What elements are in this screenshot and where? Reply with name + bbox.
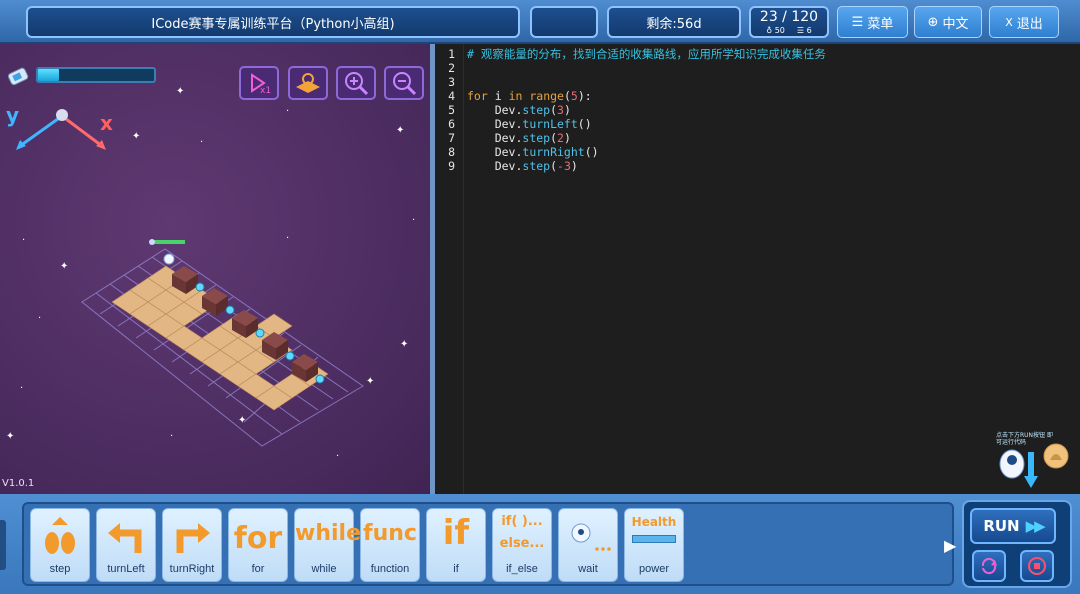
command-block-wait[interactable]: wait — [558, 508, 618, 582]
run-button-label: RUN — [983, 517, 1020, 535]
level-indicator: 23 / 120 ♁ 50 ☰ 6 — [749, 6, 829, 38]
command-block-function[interactable]: func function — [360, 508, 420, 582]
zoom-out-button[interactable] — [384, 66, 424, 100]
line-number: 7 — [448, 131, 455, 145]
exit-button[interactable]: X 退出 — [989, 6, 1059, 38]
command-block-turnright[interactable]: turnRight — [162, 508, 222, 582]
command-block-for[interactable]: for for — [228, 508, 288, 582]
command-block-label: step — [49, 563, 71, 575]
zoom-in-button[interactable] — [336, 66, 376, 100]
command-block-turnleft[interactable]: turnLeft — [96, 508, 156, 582]
for-glyph: for — [233, 521, 283, 556]
command-block-label: if_else — [506, 563, 538, 575]
health-glyph-text: Health — [631, 515, 677, 529]
command-block-label: if — [453, 563, 459, 575]
line-number: 4 — [448, 89, 455, 103]
if-glyph: if — [442, 513, 470, 553]
line-code[interactable]: Dev.turnLeft() — [467, 117, 592, 131]
axis-indicator: y x — [6, 103, 113, 150]
if-else-glyph: if( )... else... — [499, 514, 545, 551]
line-number: 3 — [448, 75, 455, 89]
energy-bar — [36, 67, 156, 83]
speed-x1-icon: x1 — [251, 73, 271, 95]
editor-gutter-guide — [463, 44, 464, 494]
close-icon: X — [1005, 15, 1013, 29]
map-view-button[interactable] — [288, 66, 328, 100]
command-block-label: turnRight — [169, 563, 215, 575]
line-number: 6 — [448, 117, 455, 131]
game-viewport[interactable]: ✦ ✦ ✦ · · · · ✦ · · ✦ ✦ ✦ · · ✦ · x1 y x… — [0, 44, 430, 494]
version-label: V1.0.1 — [2, 478, 35, 489]
level-stat-a: ♁ 50 — [766, 25, 785, 35]
exit-button-label: 退出 — [1016, 16, 1043, 32]
run-button[interactable]: RUN ▶▶ — [970, 508, 1056, 544]
line-number: 8 — [448, 145, 455, 159]
command-block-power[interactable]: Health power — [624, 508, 684, 582]
globe-icon: ⊕ — [927, 14, 939, 30]
line-code[interactable]: Dev.step(2) — [467, 131, 571, 145]
turn-left-arrow-icon — [97, 515, 155, 561]
fast-forward-icon: ▶▶ — [1025, 517, 1046, 535]
code-editor[interactable]: 1 # 观察能量的分布，找到合适的收集路线，应用所学知识完成收集任务 2 3 4 for … — [435, 44, 1080, 494]
stop-button[interactable] — [1020, 550, 1054, 582]
language-button-label: 中文 — [942, 16, 969, 32]
line-number: 1 — [448, 47, 455, 61]
command-block-step[interactable]: step — [30, 508, 90, 582]
line-code[interactable]: Dev.turnRight() — [467, 145, 599, 159]
command-block-if-else[interactable]: if( )... else... if_else — [492, 508, 552, 582]
blank-status-box — [530, 6, 598, 38]
level-progress: 23 / 120 — [759, 8, 819, 25]
chevron-right-icon[interactable]: ▶ — [944, 536, 956, 555]
collapse-tab[interactable] — [0, 520, 6, 570]
refresh-icon — [981, 557, 997, 575]
map-pin-icon — [296, 73, 320, 93]
line-code[interactable]: for i in range(5): — [467, 89, 592, 103]
line-code[interactable]: Dev.step(-3) — [467, 159, 578, 173]
svg-text:x1: x1 — [260, 86, 271, 95]
command-block-label: power — [639, 563, 669, 575]
remaining-days-text: 剩余:56d — [646, 16, 702, 32]
command-block-label: turnLeft — [107, 563, 145, 575]
platform-title-text: ICode赛事专属训练平台（Python小高组) — [151, 16, 395, 32]
turn-right-arrow-icon — [163, 515, 221, 561]
reset-button[interactable] — [972, 550, 1006, 582]
command-block-label: wait — [578, 563, 598, 575]
line-code[interactable]: Dev.step(3) — [467, 103, 571, 117]
stop-icon — [1028, 557, 1046, 575]
remaining-days: 剩余:56d — [607, 6, 741, 38]
line-number: 2 — [448, 61, 455, 75]
x-axis-label: x — [100, 111, 113, 135]
mascot-robot-icon — [999, 443, 1069, 488]
battery-icon — [7, 67, 29, 86]
health-bar-icon: Health — [625, 515, 683, 543]
function-glyph: func — [363, 521, 417, 546]
robot-character — [149, 239, 185, 265]
line-code[interactable]: # 观察能量的分布，找到合适的收集路线，应用所学知识完成收集任务 — [467, 47, 826, 61]
command-block-label: while — [311, 563, 337, 575]
menu-icon: ☰ — [851, 14, 864, 30]
platform-title: ICode赛事专属训练平台（Python小高组) — [26, 6, 520, 38]
level-stat-b: ☰ 6 — [796, 25, 812, 35]
speed-toggle-button[interactable]: x1 — [239, 66, 279, 100]
menu-button-label: 菜单 — [867, 16, 894, 32]
language-button[interactable]: ⊕ 中文 — [914, 6, 982, 38]
while-glyph: while — [295, 521, 361, 546]
zoom-in-icon — [345, 72, 369, 96]
command-block-while[interactable]: while while — [294, 508, 361, 582]
command-block-if[interactable]: if if — [426, 508, 486, 582]
zoom-out-icon — [393, 72, 417, 96]
command-block-label: for — [251, 563, 265, 575]
line-number: 5 — [448, 103, 455, 117]
y-axis-label: y — [6, 103, 19, 127]
command-block-label: function — [370, 563, 410, 575]
energy-bar-fill — [38, 69, 59, 81]
wait-robot-icon — [559, 515, 617, 561]
menu-button[interactable]: ☰ 菜单 — [837, 6, 908, 38]
step-footprints-icon — [31, 515, 89, 561]
line-number: 9 — [448, 159, 455, 173]
